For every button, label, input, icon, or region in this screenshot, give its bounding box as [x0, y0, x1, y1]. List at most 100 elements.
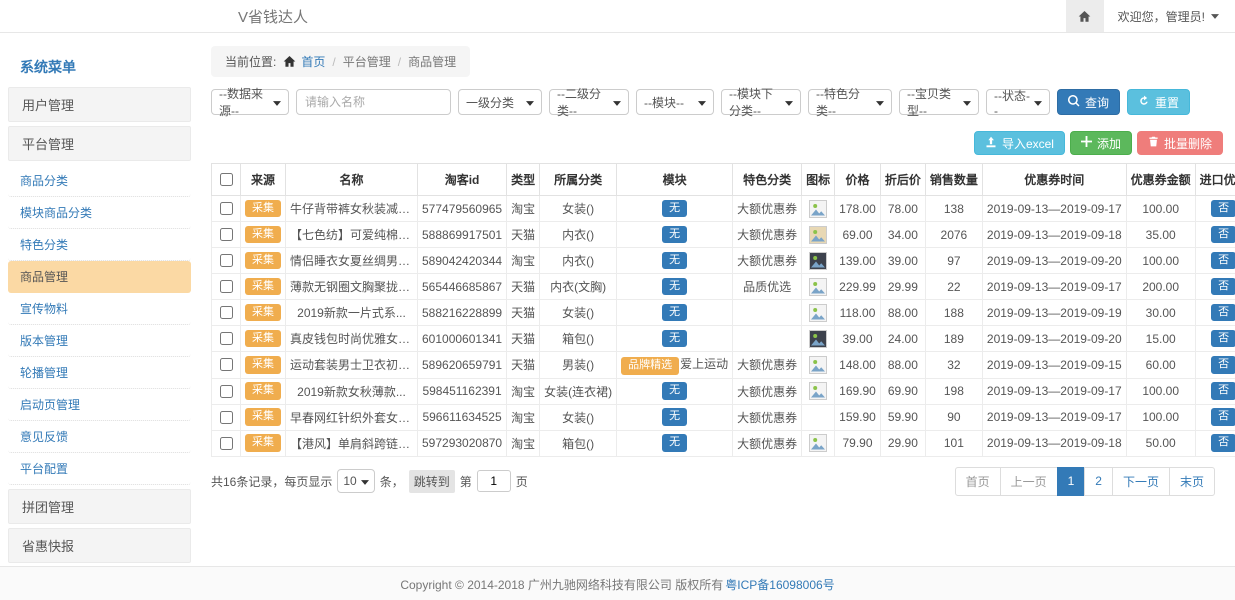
import-excel-button[interactable]: 导入excel: [974, 131, 1065, 155]
cell-price: 229.99: [835, 274, 881, 300]
cell-product-name: 真皮钱包时尚优雅女士...: [286, 326, 418, 352]
row-checkbox[interactable]: [220, 411, 233, 424]
row-checkbox[interactable]: [220, 385, 233, 398]
cell-coupon-time: 2019-09-13—2019-09-19: [982, 300, 1126, 326]
cell-coupon-amount: 100.00: [1126, 378, 1195, 404]
imported-toggle[interactable]: 否: [1211, 356, 1235, 374]
level2-category-select[interactable]: --二级分类--: [549, 89, 629, 115]
batch-delete-button[interactable]: 批量删除: [1137, 131, 1223, 155]
sidebar-section-header[interactable]: 用户管理: [8, 87, 191, 122]
select-value: --模块--: [644, 94, 684, 111]
sidebar-item[interactable]: 轮播管理: [8, 357, 191, 389]
product-thumbnail: [809, 200, 827, 218]
cell-type: 淘宝: [507, 404, 540, 430]
row-checkbox[interactable]: [220, 437, 233, 450]
user-menu[interactable]: 欢迎您，管理员!: [1104, 0, 1235, 32]
column-header: 特色分类: [733, 164, 802, 196]
table-row: 采集2019新款一片式系...588216228899天猫女装()无118.00…: [212, 300, 1235, 326]
copyright-text: Copyright © 2014-2018 广州九驰网络科技有限公司 版权所有: [400, 576, 723, 593]
imported-toggle[interactable]: 否: [1211, 278, 1235, 296]
page-button[interactable]: 2: [1084, 467, 1113, 496]
data-source-select[interactable]: --数据来源--: [211, 89, 289, 115]
cell-sales: 2076: [925, 222, 982, 248]
cell-discount-price: 24.00: [880, 326, 925, 352]
cell-coupon-time: 2019-09-13—2019-09-18: [982, 430, 1126, 456]
table-header-row: 来源名称淘客id类型所属分类模块特色分类图标价格折后价销售数量优惠券时间优惠券金…: [212, 164, 1235, 196]
sidebar-item[interactable]: 商品管理: [8, 261, 191, 293]
cell-feature-category: [733, 326, 802, 352]
sidebar-section-body: 商品分类模块商品分类特色分类商品管理宣传物料版本管理轮播管理启动页管理意见反馈平…: [8, 165, 191, 485]
top-bar: V省钱达人 欢迎您，管理员!: [0, 0, 1235, 33]
table-row: 采集牛仔背带裤女秋装减龄...577479560965淘宝女装()无大额优惠券1…: [212, 196, 1235, 222]
imported-toggle[interactable]: 否: [1211, 226, 1235, 244]
upload-icon: [985, 136, 997, 151]
table-row: 采集薄款无钢圈文胸聚拢性...565446685867天猫内衣(文胸)无品质优选…: [212, 274, 1235, 300]
sidebar-section-header[interactable]: 平台管理: [8, 126, 191, 161]
product-thumbnail: [809, 434, 827, 452]
imported-toggle[interactable]: 否: [1211, 408, 1235, 426]
cell-product-name: 薄款无钢圈文胸聚拢性...: [286, 274, 418, 300]
sidebar-item[interactable]: 特色分类: [8, 229, 191, 261]
page-button[interactable]: 1: [1057, 467, 1086, 496]
imported-toggle[interactable]: 否: [1211, 304, 1235, 322]
cell-coupon-time: 2019-09-13—2019-09-17: [982, 196, 1126, 222]
row-checkbox[interactable]: [220, 254, 233, 267]
row-checkbox[interactable]: [220, 332, 233, 345]
sidebar-item[interactable]: 模块商品分类: [8, 197, 191, 229]
level1-category-select[interactable]: 一级分类: [458, 89, 542, 115]
reset-button[interactable]: 重置: [1127, 89, 1190, 115]
row-checkbox[interactable]: [220, 306, 233, 319]
module-select[interactable]: --模块--: [636, 89, 714, 115]
cell-type: 天猫: [507, 274, 540, 300]
sidebar-item[interactable]: 意见反馈: [8, 421, 191, 453]
row-checkbox[interactable]: [220, 202, 233, 215]
sidebar-section-header[interactable]: 拼团管理: [8, 489, 191, 524]
search-button[interactable]: 查询: [1057, 89, 1120, 115]
sidebar-item[interactable]: 版本管理: [8, 325, 191, 357]
jump-page-input[interactable]: [477, 470, 511, 492]
cell-type: 天猫: [507, 222, 540, 248]
breadcrumb-home-link[interactable]: 首页: [301, 53, 325, 70]
imported-toggle[interactable]: 否: [1211, 200, 1235, 218]
cell-discount-price: 29.90: [880, 430, 925, 456]
status-select[interactable]: --状态--: [986, 89, 1050, 115]
jump-button[interactable]: 跳转到: [409, 470, 455, 493]
icp-link[interactable]: 粤ICP备16098006号: [725, 576, 834, 593]
row-checkbox[interactable]: [220, 358, 233, 371]
module-subcategory-select[interactable]: --模块下分类--: [721, 89, 801, 115]
cell-taoke-id: 565446685867: [418, 274, 507, 300]
item-type-select[interactable]: --宝贝类型--: [899, 89, 979, 115]
imported-toggle[interactable]: 否: [1211, 434, 1235, 452]
cell-feature-category: 大额优惠券: [733, 352, 802, 379]
page-size-select[interactable]: 10: [337, 469, 374, 493]
sidebar-item[interactable]: 宣传物料: [8, 293, 191, 325]
page-button[interactable]: 末页: [1169, 467, 1215, 496]
cell-module: 无: [617, 300, 733, 326]
row-checkbox[interactable]: [220, 280, 233, 293]
sidebar-item[interactable]: 启动页管理: [8, 389, 191, 421]
select-all-checkbox[interactable]: [220, 173, 233, 186]
module-badge: 无: [662, 252, 687, 270]
page-button[interactable]: 首页: [955, 467, 1001, 496]
cell-coupon-amount: 60.00: [1126, 352, 1195, 379]
cell-module: 无: [617, 248, 733, 274]
row-checkbox[interactable]: [220, 228, 233, 241]
sidebar-item[interactable]: 商品分类: [8, 165, 191, 197]
sidebar-item[interactable]: 平台配置: [8, 453, 191, 485]
feature-category-select[interactable]: --特色分类--: [808, 89, 892, 115]
product-thumbnail: [809, 226, 827, 244]
page-button[interactable]: 下一页: [1112, 467, 1170, 496]
page-button[interactable]: 上一页: [1000, 467, 1058, 496]
sidebar-section-header[interactable]: 省惠快报: [8, 528, 191, 563]
home-button[interactable]: [1066, 0, 1104, 32]
sidebar-menu: 用户管理平台管理商品分类模块商品分类特色分类商品管理宣传物料版本管理轮播管理启动…: [8, 87, 191, 566]
cell-module: 无: [617, 326, 733, 352]
imported-toggle[interactable]: 否: [1211, 330, 1235, 348]
imported-toggle[interactable]: 否: [1211, 252, 1235, 270]
cell-price: 148.00: [835, 352, 881, 379]
imported-toggle[interactable]: 否: [1211, 382, 1235, 400]
cell-category: 男装(): [540, 352, 617, 379]
add-button[interactable]: 添加: [1070, 131, 1132, 155]
name-search-input[interactable]: [296, 89, 451, 115]
cell-coupon-time: 2019-09-13—2019-09-20: [982, 326, 1126, 352]
